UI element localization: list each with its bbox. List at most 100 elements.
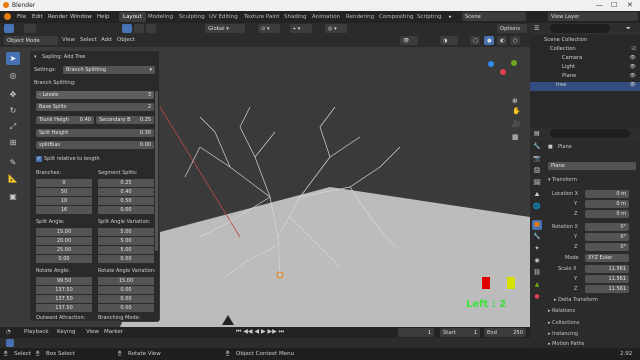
timeline-menu-marker[interactable]: Marker [104,329,123,335]
location-z-field[interactable]: 0 m [585,210,629,218]
segment-splits-level-2[interactable]: 0.40 [98,188,154,196]
rotation-x-field[interactable]: 0° [585,223,629,231]
filter-icon[interactable]: ⏷ [626,25,631,33]
snapping-dropdown[interactable]: ⌖ ▾ [290,24,312,33]
tab-rendering[interactable]: Rendering [342,12,378,22]
rotate-angle-level-4[interactable]: 137.50 [36,304,92,312]
transform-section-header[interactable]: ▾ Transform [548,177,577,183]
rotate-angle-variation-level-2[interactable]: 0.00 [98,286,154,294]
secondary-field[interactable]: Secondary B 0.25 [96,116,154,124]
timeline-scrub-area[interactable] [0,338,530,348]
scene-tab-icon[interactable]: ⛰ [532,190,542,200]
cursor-tool-icon[interactable] [24,24,36,33]
delta-transform-header[interactable]: ▸ Delta Transform [554,297,598,303]
location-y-field[interactable]: 0 m [585,200,629,208]
eye-icon[interactable]: 👁 [629,55,636,61]
timeline-menu-keying[interactable]: Keying [57,329,75,335]
properties-search-input[interactable] [550,129,630,138]
measure-tool-icon[interactable]: 📐 [6,172,20,185]
constraints-tab-icon[interactable]: ⛓ [532,268,542,278]
modifiers-tab-icon[interactable]: 🔧 [532,232,542,242]
data-tab-icon[interactable]: ▲ [532,280,542,290]
rotate-angle-level-1[interactable]: 99.50 [36,277,92,285]
particles-tab-icon[interactable]: ✦ [532,244,542,254]
split-angle-variation-level-4[interactable]: 0.00 [98,255,154,263]
material-tab-icon[interactable]: ● [532,292,542,302]
base-splits-field[interactable]: Base Splits 2 [36,103,154,111]
blender-menu-icon[interactable] [4,13,11,20]
current-frame-field[interactable]: 1 [398,328,434,337]
panel-collapse-icon[interactable]: ▾ [34,54,37,60]
outliner-row-tree[interactable]: tree 👁 [530,82,640,91]
checkbox-icon[interactable]: ☑ [631,46,636,52]
start-frame-field[interactable]: Start 1 [440,328,480,337]
workspace-arrow-icon[interactable]: ▸ [449,14,452,20]
close-button[interactable]: ✕ [627,1,633,9]
outliner-editor-icon[interactable]: ☰ [534,25,539,32]
object-mode-dropdown[interactable]: Object Mode [4,36,58,45]
gizmo-z-axis[interactable] [488,61,494,67]
split-angle-variation-level-2[interactable]: 5.00 [98,237,154,245]
output-tab-icon[interactable]: 🖨 [532,166,542,176]
outliner-row-light[interactable]: Light 👁 [530,64,640,73]
options-dropdown[interactable]: Options [497,24,527,33]
minimize-button[interactable]: — [596,1,603,9]
scale-z-field[interactable]: 11.561 [585,285,629,293]
rotate-angle-variation-level-3[interactable]: 0.00 [98,295,154,303]
outliner-row-camera[interactable]: Camera 👁 [530,55,640,64]
split-angle-level-1[interactable]: 15.00 [36,228,92,236]
mode-subtract-icon[interactable] [146,24,156,33]
gizmo-y-axis[interactable] [511,60,517,66]
outliner-row-collection[interactable]: Collection ☑ [530,46,640,55]
settings-dropdown[interactable]: Branch Splitting ▾ [63,66,155,74]
material-shading-icon[interactable]: ◐ [497,36,507,45]
rotate-angle-variation-level-1[interactable]: 15.00 [98,277,154,285]
mode-new-icon[interactable] [122,24,132,33]
proportional-edit-dropdown[interactable]: ◎ ▾ [325,24,347,33]
tab-compositing[interactable]: Compositing [375,12,417,22]
scale-y-field[interactable]: 11.561 [585,275,629,283]
menu-file[interactable]: File [17,14,26,20]
select-tool-icon[interactable]: ➤ [6,52,20,65]
render-tab-icon[interactable]: 📷 [532,154,542,164]
transform-tool-icon[interactable]: ⊞ [6,136,20,149]
rotation-mode-dropdown[interactable]: XYZ Euler [585,254,629,262]
add-cube-tool-icon[interactable]: ▣ [6,190,20,203]
world-tab-icon[interactable]: 🌐 [532,202,542,212]
cursor-icon[interactable]: ◎ [6,69,20,82]
decrement-arrow-icon[interactable]: ‹ [39,92,41,98]
physics-tab-icon[interactable]: ◉ [532,256,542,266]
branches-level-4[interactable]: 16 [36,206,92,214]
eye-icon[interactable]: 👁 [629,64,636,70]
outliner-search-input[interactable] [550,24,610,33]
split-angle-variation-level-3[interactable]: 5.00 [98,246,154,254]
split-bias-field[interactable]: splitBias 0.00 [36,141,154,149]
tab-layout[interactable]: Layout [119,12,146,22]
timeline-menu-view[interactable]: View [86,329,99,335]
move-tool-icon[interactable]: ✥ [6,88,20,101]
viewport-menu-add[interactable]: Add [101,37,112,43]
view-layer-tab-icon[interactable]: 🖼 [532,178,542,188]
segment-splits-level-1[interactable]: 0.25 [98,179,154,187]
solid-shading-icon[interactable]: ● [484,36,494,45]
timeline-editor-icon[interactable]: ◔ [6,329,11,335]
pan-view-icon[interactable]: ✋ [512,107,521,115]
split-relative-checkbox[interactable]: ✓ [36,156,42,162]
camera-view-icon[interactable]: 🎥 [512,120,521,128]
xray-icon[interactable]: ▢ [470,36,480,45]
location-x-field[interactable]: 0 m [585,190,629,198]
viewport-menu-select[interactable]: Select [80,37,97,43]
tool-tab-icon[interactable]: 🔧 [532,142,542,152]
menu-render[interactable]: Render [48,14,68,20]
zoom-view-icon[interactable]: ⊕ [512,97,518,105]
object-name-field[interactable]: Plane [548,162,636,170]
panel-scrollbar[interactable] [155,91,158,251]
tab-texture-paint[interactable]: Texture Paint [240,12,284,22]
outliner-row-scene-collection[interactable]: Scene Collection [530,37,640,46]
collections-header[interactable]: ▸ Collections [548,320,579,326]
select-mode-icon[interactable] [4,24,14,33]
split-angle-level-3[interactable]: 25.00 [36,246,92,254]
rotate-angle-level-3[interactable]: 137.50 [36,295,92,303]
end-frame-field[interactable]: End 250 [484,328,526,337]
branches-level-2[interactable]: 50 [36,188,92,196]
